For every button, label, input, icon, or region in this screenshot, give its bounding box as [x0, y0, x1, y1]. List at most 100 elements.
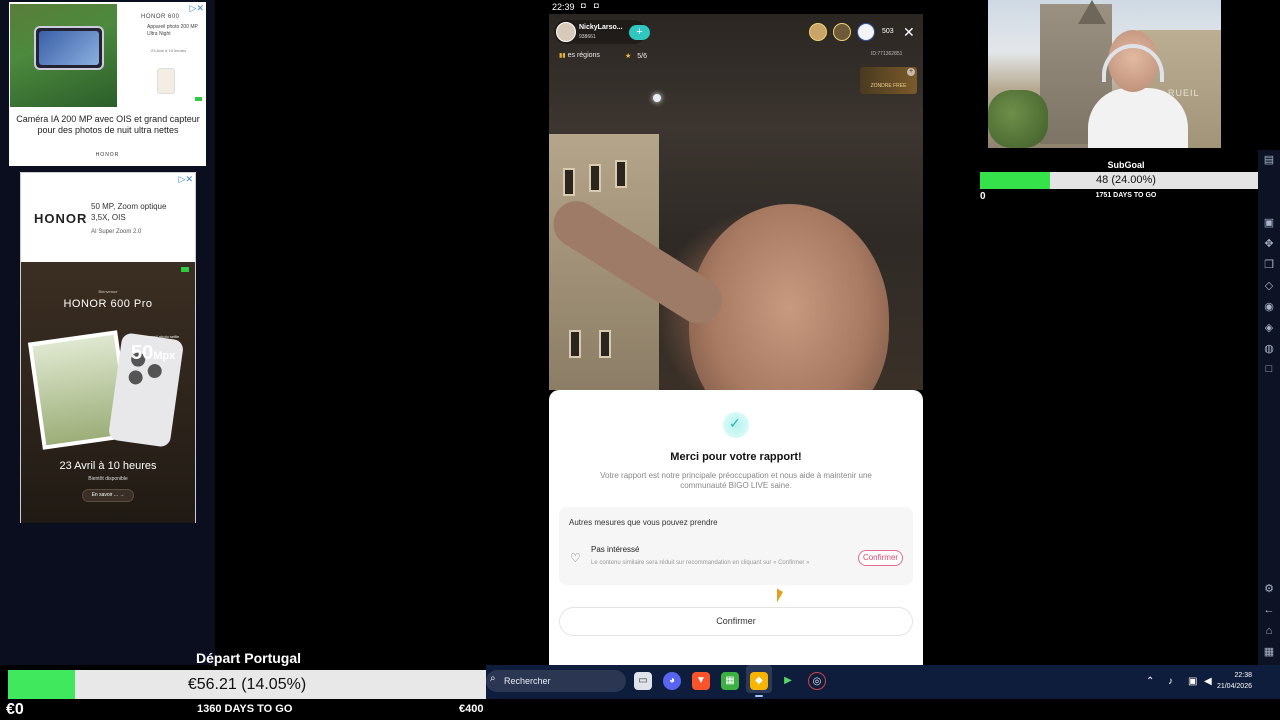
spreadsheet-icon[interactable]: ▦: [721, 672, 739, 690]
ad-mpx-unit: Mpx: [153, 350, 176, 362]
ad-choices-icon[interactable]: ▷✕: [190, 3, 204, 14]
file-explorer-icon[interactable]: ▭: [634, 672, 652, 690]
table-icon[interactable]: ▤: [1262, 153, 1276, 167]
dialog-title: Merci pour votre rapport!: [670, 451, 802, 463]
not-interested-confirm-button[interactable]: Confirmer: [858, 550, 903, 566]
settings-icon[interactable]: ⚙: [1262, 582, 1276, 596]
ad-feature-text: 50 MP, Zoom optique 3,5X, OIS: [91, 202, 167, 222]
goal-progress-bar: €56.21 (14.05%): [8, 670, 486, 699]
option-title: Pas intéressé: [591, 545, 640, 554]
taskbar: ⌕ Rechercher ▭ ◕ ▼ ▦ ◆ ▶ ◎ ⌃ ♪ ▣ ◀ 22:38…: [486, 665, 1280, 699]
right-sidebar: ▤ ▣ ✥ ❐ ◇ ◉ ◈ ◍ □ ⚙ ← ⌂ ▦: [1258, 150, 1280, 665]
image-icon[interactable]: ▣: [1262, 216, 1276, 230]
ad-mpx-number: 50: [131, 342, 154, 364]
heart-broken-icon: ♡: [570, 551, 581, 565]
ad-sub-feature: AI Super Zoom 2.0: [91, 229, 142, 235]
dialog-description: Votre rapport est notre principale préoc…: [600, 471, 872, 490]
regions-label: es régions: [567, 52, 600, 59]
host-name: NickyLarso...: [579, 24, 623, 31]
network-icon[interactable]: ▣: [1188, 676, 1197, 687]
add-icon[interactable]: +: [907, 68, 915, 76]
empty-icon[interactable]: □: [1262, 362, 1276, 376]
active-indicator: [755, 695, 763, 697]
goal-max: €400: [459, 703, 484, 715]
ad-date: 23 Avril à 10 heures: [151, 48, 187, 53]
goal-title: Départ Portugal: [196, 650, 302, 666]
viewer-avatar[interactable]: [857, 23, 875, 41]
option-description: Le contenu similaire sera réduit sur rec…: [591, 560, 810, 566]
clock-time[interactable]: 22:38: [1222, 672, 1252, 679]
live-video[interactable]: NickyLarso... 938661 + ▮▮ es régions ★ 5/6…: [549, 14, 923, 390]
screen: ▷✕ HONOR 600 Appareil photo 200 MP Ultra…: [0, 0, 1280, 720]
record-app-icon[interactable]: ◎: [808, 672, 826, 690]
follow-button[interactable]: +: [629, 25, 650, 40]
ad-mini-phone-image: [157, 68, 175, 94]
ad-banner-honor-2[interactable]: ▷✕ HONOR 50 MP, Zoom optique 3,5X, OIS A…: [20, 172, 196, 523]
brave-browser-icon[interactable]: ▼: [692, 672, 710, 690]
ad-brand-logo: HONOR: [34, 211, 88, 226]
ad-indicator-icon: [195, 97, 202, 101]
play-icon[interactable]: ▶: [779, 672, 797, 690]
ad-availability: Bientôt disponible: [88, 476, 128, 482]
eraser-icon[interactable]: ◇: [1262, 279, 1276, 293]
chart-icon: ▮▮: [559, 53, 566, 59]
confirm-button[interactable]: Confirmer: [559, 607, 913, 636]
obs-app-icon[interactable]: ◆: [750, 672, 768, 690]
status-time: 22:39: [552, 2, 575, 12]
ad-learn-more-button[interactable]: En savoir ... →: [82, 489, 134, 502]
webcam-tree: [988, 90, 1048, 148]
avatar[interactable]: [556, 22, 576, 42]
location-icon[interactable]: ◉: [1262, 300, 1276, 314]
ad-caption[interactable]: Caméra IA 200 MP avec OIS et grand capte…: [13, 114, 203, 136]
subgoal-days-to-go: 1751 DAYS TO GO: [1095, 192, 1157, 199]
regions-badge[interactable]: ▮▮ es régions: [559, 52, 600, 59]
search-placeholder: Rechercher: [504, 676, 551, 686]
ad-tagline: Appareil photo 200 MP Ultra Night: [147, 24, 198, 37]
video-light: [653, 94, 661, 102]
volume-icon[interactable]: ◀: [1204, 676, 1212, 687]
report-confirmation-dialog: ✓ Merci pour votre rapport! Votre rappor…: [549, 390, 923, 665]
window-shape: [569, 330, 581, 358]
close-button[interactable]: ✕: [903, 24, 915, 41]
phone-status-bar: 22:39 ◘ ◘: [549, 0, 923, 14]
ad-mpx-value: 50Mpx: [131, 342, 175, 365]
webcam-roof: [1078, 0, 1106, 24]
viewer-avatar[interactable]: [809, 23, 827, 41]
rank-text: 5/6: [637, 53, 648, 60]
ad-top-tag: Bienvenue: [98, 289, 118, 294]
goal-days-to-go: 1360 DAYS TO GO: [197, 703, 293, 715]
window-shape: [563, 168, 575, 196]
rank-badge[interactable]: ★ 5/6: [625, 52, 647, 60]
layers-icon[interactable]: ◈: [1262, 321, 1276, 335]
gift-banner[interactable]: ZONDRE FREE +: [860, 67, 917, 94]
subgoal-progress-text: 48 (24.00%): [1096, 174, 1156, 186]
window-icon[interactable]: ▦: [1262, 645, 1276, 659]
ad-date: 23 Avril à 10 heures: [59, 460, 157, 472]
viewer-count[interactable]: 503: [882, 28, 894, 35]
home-icon[interactable]: ⌂: [1262, 624, 1276, 638]
gift-label: ZONDRE FREE: [870, 83, 907, 89]
options-heading: Autres mesures que vous pouvez prendre: [569, 518, 718, 527]
move-icon[interactable]: ✥: [1262, 237, 1276, 251]
ad-choices-icon[interactable]: ▷✕: [179, 174, 193, 185]
ad-product-title: HONOR 600 Pro: [63, 298, 153, 310]
search-icon: ⌕: [490, 673, 496, 684]
window-shape: [615, 160, 627, 188]
ad-banner-honor-1[interactable]: ▷✕ HONOR 600 Appareil photo 200 MP Ultra…: [9, 2, 206, 166]
ad-brand-footer: HONOR: [95, 152, 120, 158]
star-icon: ★: [625, 53, 632, 60]
ad-brand-label: HONOR 600: [141, 14, 180, 20]
webcam-streamer: [1088, 30, 1188, 148]
taskbar-search[interactable]: ⌕ Rechercher: [486, 670, 626, 692]
live-id: ID:771362851: [871, 51, 903, 57]
record-icon[interactable]: ◍: [1262, 342, 1276, 356]
microphone-icon[interactable]: ♪: [1168, 676, 1173, 687]
chevron-up-icon[interactable]: ⌃: [1146, 676, 1154, 687]
other-actions-card: Autres mesures que vous pouvez prendre ♡…: [559, 507, 913, 585]
viewer-avatar[interactable]: [833, 23, 851, 41]
clock-date[interactable]: 21/04/2026: [1212, 683, 1252, 690]
goal-progress-text: €56.21 (14.05%): [187, 676, 307, 693]
discord-icon[interactable]: ◕: [663, 672, 681, 690]
back-icon[interactable]: ←: [1262, 603, 1276, 617]
copy-icon[interactable]: ❐: [1262, 258, 1276, 272]
